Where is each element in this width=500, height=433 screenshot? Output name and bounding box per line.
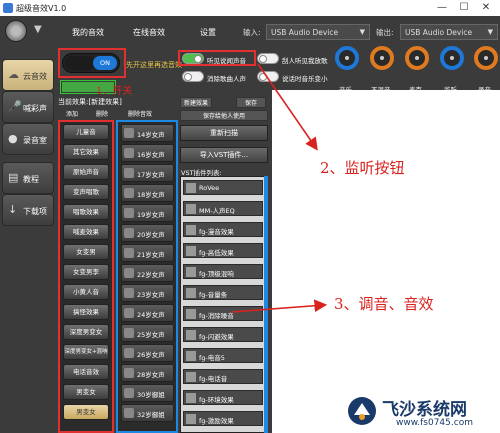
watermark: 飞沙系统网 www.fs0745.com xyxy=(346,393,500,433)
annotation-monitor: 2、监听按钮 xyxy=(320,159,405,177)
watermark-logo-icon xyxy=(348,397,376,425)
annotation-tuning: 3、调音、音效 xyxy=(334,295,434,313)
watermark-name: 飞沙系统网 xyxy=(382,400,467,420)
watermark-url: www.fs0745.com xyxy=(396,418,473,428)
annotation-arrows xyxy=(231,63,328,313)
